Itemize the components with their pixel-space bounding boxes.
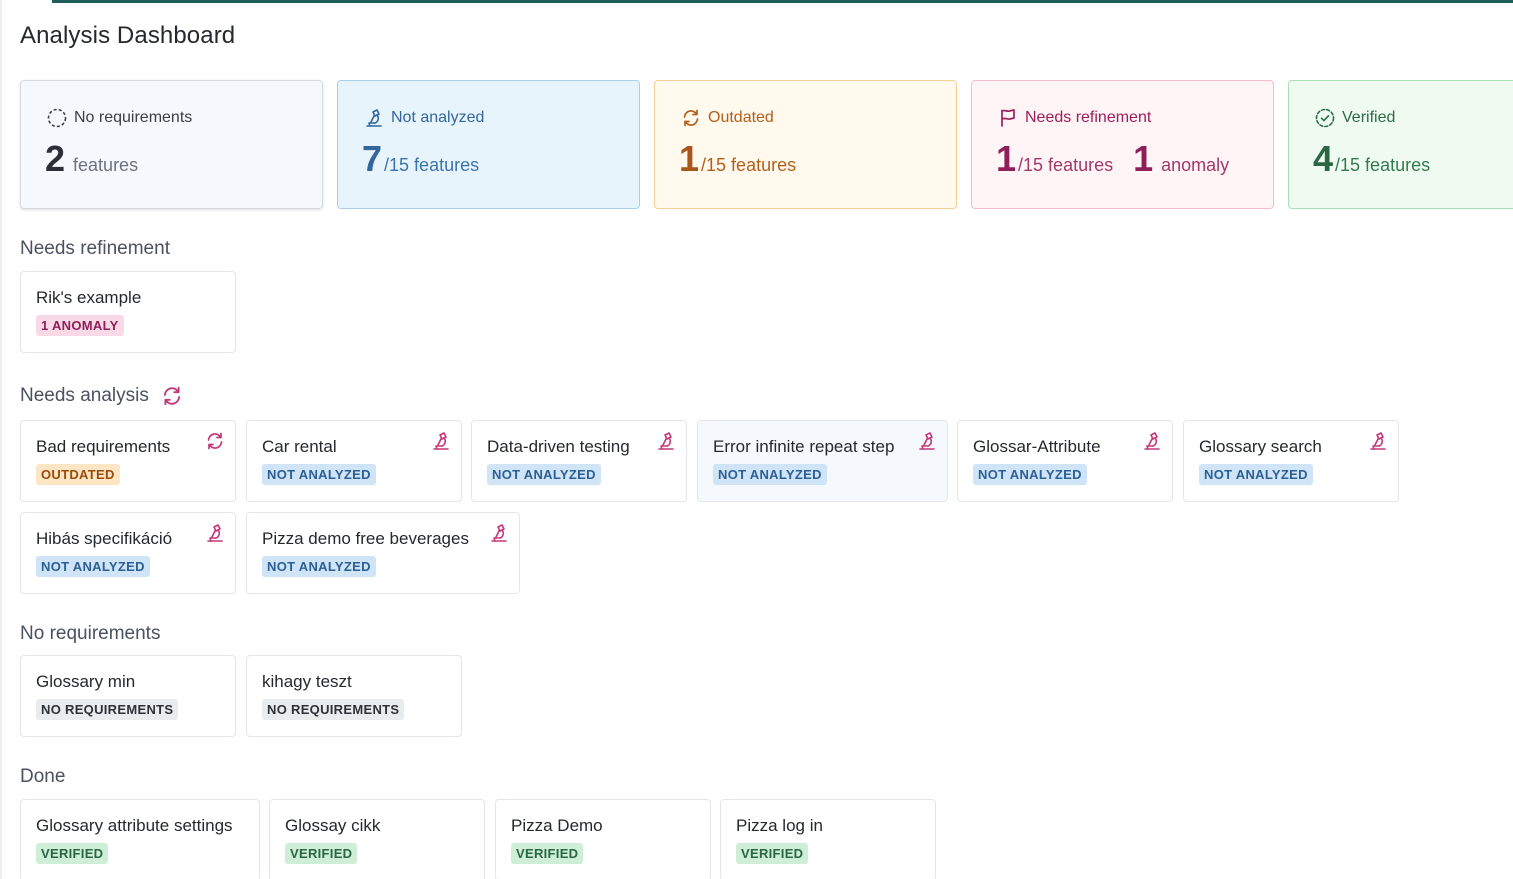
- section-title-needs-refinement: Needs refinement: [20, 238, 170, 259]
- flag-icon: [1001, 109, 1015, 127]
- feature-name: Pizza log in: [736, 816, 823, 835]
- status-badge: NOT ANALYZED: [1199, 464, 1313, 485]
- stat-card-verified[interactable]: Verified 4 /15 features: [1288, 80, 1513, 209]
- feature-name: Glossary attribute settings: [36, 816, 233, 835]
- stat-card-outdated[interactable]: Outdated 1 /15 features: [654, 80, 957, 209]
- status-badge: 1 ANOMALY: [36, 315, 124, 336]
- check-circle-icon: [1315, 108, 1335, 128]
- stat-card-no-requirements[interactable]: No requirements 2 features: [20, 80, 323, 209]
- status-badge: NO REQUIREMENTS: [36, 699, 179, 720]
- status-badge: NO REQUIREMENTS: [262, 699, 405, 720]
- dashed-circle-icon: [47, 108, 67, 128]
- feature-card[interactable]: Glossary search NOT ANALYZED: [1183, 420, 1399, 502]
- stat-label: Needs refinement: [1025, 109, 1152, 126]
- microscope-icon: [366, 109, 382, 127]
- microscope-icon[interactable]: [656, 431, 676, 451]
- stat-suffix: /15 features: [1335, 155, 1431, 175]
- status-badge: VERIFIED: [285, 843, 358, 864]
- status-badge: VERIFIED: [511, 843, 584, 864]
- feature-name: Pizza demo free beverages: [262, 529, 469, 548]
- feature-card[interactable]: Pizza log in VERIFIED: [720, 799, 936, 879]
- feature-card[interactable]: Car rental NOT ANALYZED: [246, 420, 462, 502]
- feature-name: Car rental: [262, 437, 337, 456]
- top-accent-bar: [52, 0, 1513, 3]
- section-title-done: Done: [20, 766, 66, 787]
- stat-suffix: /15 features: [384, 155, 480, 175]
- feature-card[interactable]: Pizza demo free beverages NOT ANALYZED: [246, 512, 520, 594]
- refresh-icon: [683, 109, 699, 127]
- stat-label: No requirements: [74, 109, 193, 126]
- status-badge: NOT ANALYZED: [487, 464, 601, 485]
- stat-card-not-analyzed[interactable]: Not analyzed 7 /15 features: [337, 80, 640, 209]
- microscope-icon[interactable]: [917, 431, 937, 451]
- stat-suffix: /15 features: [1018, 155, 1114, 175]
- status-badge: NOT ANALYZED: [262, 556, 376, 577]
- stat-count: 2: [45, 138, 66, 179]
- feature-card[interactable]: kihagy teszt NO REQUIREMENTS: [246, 655, 462, 737]
- microscope-icon[interactable]: [205, 523, 225, 543]
- microscope-icon[interactable]: [431, 431, 451, 451]
- status-badge: NOT ANALYZED: [973, 464, 1087, 485]
- feature-card[interactable]: Pizza Demo VERIFIED: [495, 799, 711, 879]
- feature-name: Glossar-Attribute: [973, 437, 1101, 456]
- status-badge: NOT ANALYZED: [36, 556, 150, 577]
- feature-name: Pizza Demo: [511, 816, 603, 835]
- feature-name: Error infinite repeat step: [713, 437, 895, 456]
- section-title-needs-analysis: Needs analysis: [20, 385, 183, 407]
- feature-card[interactable]: Error infinite repeat step NOT ANALYZED: [697, 420, 948, 502]
- stat-label: Outdated: [708, 109, 774, 126]
- stat-count: 7: [362, 138, 383, 179]
- anomaly-suffix: anomaly: [1161, 155, 1230, 175]
- feature-card[interactable]: Glossary min NO REQUIREMENTS: [20, 655, 236, 737]
- feature-card[interactable]: Rik's example 1 ANOMALY: [20, 271, 236, 353]
- stat-card-needs-refinement[interactable]: Needs refinement 1 /15 features 1 anomal…: [971, 80, 1274, 209]
- feature-name: Glossay cikk: [285, 816, 381, 835]
- stat-count: 4: [1313, 138, 1334, 179]
- status-badge: NOT ANALYZED: [262, 464, 376, 485]
- microscope-icon[interactable]: [1368, 431, 1388, 451]
- stat-label: Not analyzed: [391, 109, 485, 126]
- anomaly-count: 1: [1133, 138, 1154, 179]
- feature-name: Data-driven testing: [487, 437, 630, 456]
- microscope-icon[interactable]: [1142, 431, 1162, 451]
- feature-card[interactable]: Glossary attribute settings VERIFIED: [20, 799, 260, 879]
- refresh-icon[interactable]: [161, 385, 183, 407]
- feature-name: Hibás specifikáció: [36, 529, 173, 548]
- microscope-icon[interactable]: [489, 523, 509, 543]
- stat-suffix: /15 features: [701, 155, 797, 175]
- page-title: Analysis Dashboard: [20, 22, 236, 49]
- status-badge: VERIFIED: [736, 843, 809, 864]
- stat-count: 1: [996, 138, 1017, 179]
- feature-name: Glossary search: [1199, 437, 1322, 456]
- status-badge: VERIFIED: [36, 843, 109, 864]
- feature-name: Glossary min: [36, 672, 136, 691]
- status-badge: NOT ANALYZED: [713, 464, 827, 485]
- left-divider: [0, 0, 2, 879]
- section-title-no-requirements: No requirements: [20, 623, 161, 644]
- feature-card[interactable]: Glossar-Attribute NOT ANALYZED: [957, 420, 1173, 502]
- refresh-icon[interactable]: [205, 431, 225, 451]
- feature-card[interactable]: Data-driven testing NOT ANALYZED: [471, 420, 687, 502]
- feature-name: Bad requirements: [36, 437, 171, 456]
- status-badge: OUTDATED: [36, 464, 120, 485]
- feature-card[interactable]: Hibás specifikáció NOT ANALYZED: [20, 512, 236, 594]
- feature-card[interactable]: Glossay cikk VERIFIED: [269, 799, 485, 879]
- feature-name: Rik's example: [36, 288, 142, 307]
- feature-card[interactable]: Bad requirements OUTDATED: [20, 420, 236, 502]
- feature-name: kihagy teszt: [262, 672, 352, 691]
- stat-count: 1: [679, 138, 700, 179]
- stat-label: Verified: [1342, 109, 1396, 126]
- stat-suffix: features: [73, 155, 139, 175]
